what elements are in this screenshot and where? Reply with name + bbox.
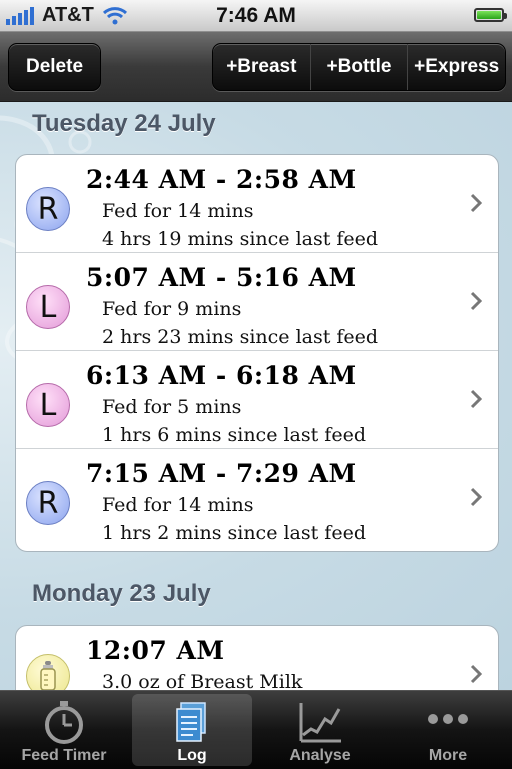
add-bottle-button[interactable]: +Bottle [311, 44, 409, 90]
tab-more[interactable]: More [384, 691, 512, 769]
chevron-right-icon [470, 487, 482, 507]
feed-row[interactable]: 12:07 AM 3.0 oz of Breast Milk [16, 626, 498, 690]
tab-analyse[interactable]: Analyse [256, 691, 384, 769]
feed-duration: Fed for 14 mins [102, 200, 254, 222]
feed-duration: Fed for 9 mins [102, 298, 242, 320]
more-icon [428, 714, 468, 724]
feed-row[interactable]: L 6:13 AM - 6:18 AM Fed for 5 mins 1 hrs… [16, 351, 498, 449]
right-side-badge: R [26, 481, 70, 525]
feed-row[interactable]: L 5:07 AM - 5:16 AM Fed for 9 mins 2 hrs… [16, 253, 498, 351]
status-bar: AT&T 7:46 AM [0, 0, 512, 32]
right-side-badge: R [26, 187, 70, 231]
chart-icon [299, 703, 341, 743]
tab-label: Log [177, 747, 207, 764]
tab-label: More [428, 747, 468, 764]
tab-bar: Feed Timer Log Analyse More [0, 690, 512, 769]
left-side-badge: L [26, 383, 70, 427]
feed-time: 12:07 AM [86, 636, 225, 665]
bottle-badge [26, 654, 70, 690]
log-list[interactable]: Tuesday 24 July R 2:44 AM - 2:58 AM Fed … [0, 102, 512, 690]
chevron-right-icon [470, 389, 482, 409]
feed-group-monday: 12:07 AM 3.0 oz of Breast Milk [15, 625, 499, 690]
since-last-feed: 1 hrs 2 mins since last feed [102, 522, 366, 544]
feed-group-tuesday: R 2:44 AM - 2:58 AM Fed for 14 mins 4 hr… [15, 154, 499, 552]
log-icon [176, 702, 206, 742]
feed-duration: Fed for 14 mins [102, 494, 254, 516]
section-header: Monday 23 July [32, 580, 211, 607]
feed-time: 5:07 AM - 5:16 AM [86, 263, 357, 292]
battery-icon [474, 8, 507, 22]
since-last-feed: 1 hrs 6 mins since last feed [102, 424, 366, 446]
bottle-icon [40, 661, 56, 690]
delete-button[interactable]: Delete [8, 43, 101, 91]
add-express-button[interactable]: +Express [408, 44, 505, 90]
chevron-right-icon [470, 664, 482, 684]
tab-feed-timer[interactable]: Feed Timer [0, 691, 128, 769]
toolbar: Delete +Breast +Bottle +Express [0, 32, 512, 102]
tab-label: Feed Timer [21, 747, 107, 764]
add-breast-button[interactable]: +Breast [213, 44, 311, 90]
left-side-badge: L [26, 285, 70, 329]
feed-row[interactable]: R 7:15 AM - 7:29 AM Fed for 14 mins 1 hr… [16, 449, 498, 547]
tab-log[interactable]: Log [128, 691, 256, 769]
stopwatch-icon [45, 701, 83, 744]
feed-time: 6:13 AM - 6:18 AM [86, 361, 357, 390]
feed-time: 7:15 AM - 7:29 AM [86, 459, 357, 488]
feed-row[interactable]: R 2:44 AM - 2:58 AM Fed for 14 mins 4 hr… [16, 155, 498, 253]
since-last-feed: 2 hrs 23 mins since last feed [102, 326, 379, 348]
feed-time: 2:44 AM - 2:58 AM [86, 165, 357, 194]
feed-amount: 3.0 oz of Breast Milk [102, 671, 303, 690]
chevron-right-icon [470, 291, 482, 311]
add-entry-segment: +Breast +Bottle +Express [212, 43, 506, 91]
status-time: 7:46 AM [216, 4, 296, 27]
feed-duration: Fed for 5 mins [102, 396, 242, 418]
chevron-right-icon [470, 193, 482, 213]
section-header: Tuesday 24 July [32, 110, 216, 137]
since-last-feed: 4 hrs 19 mins since last feed [102, 228, 379, 250]
tab-label: Analyse [289, 747, 351, 764]
